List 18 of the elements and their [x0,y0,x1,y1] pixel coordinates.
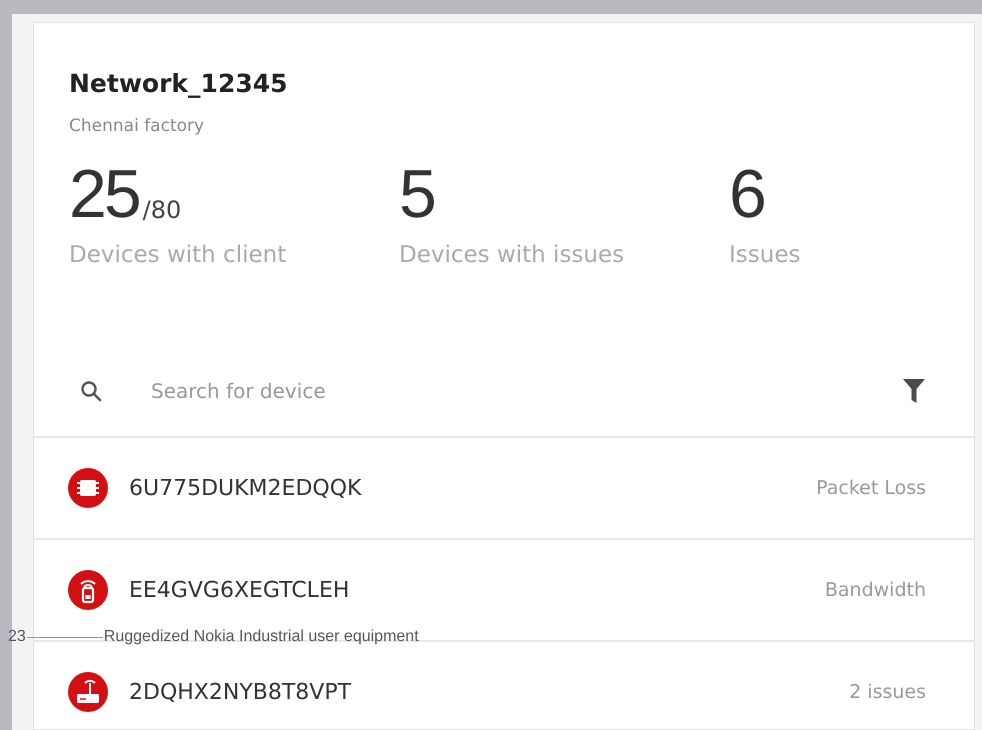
device-row[interactable]: 6U775DUKM2EDQQK Packet Loss [34,438,974,540]
device-issue: Bandwidth [824,579,926,601]
stat-value: 25 [69,160,139,228]
device-id: 6U775DUKM2EDQQK [129,476,363,500]
page-number: 23 [8,628,26,646]
stat-label: Issues [729,242,802,268]
stat-value: 6 [729,160,764,228]
search-field[interactable]: Search for device [149,378,902,404]
stat-label: Devices with issues [399,242,626,268]
device-issue: 2 issues [849,681,926,703]
stat-total: /80 [142,196,182,224]
network-location: Chennai factory [69,116,206,136]
device-issue: Packet Loss [816,477,926,499]
stat-label: Devices with client [69,242,288,268]
device-id: EE4GVG6XEGTCLEH [129,578,350,602]
network-title: Network_12345 [69,69,289,98]
device-id: 2DQHX2NYB8T8VPT [129,680,352,704]
stat-value: 5 [399,160,434,228]
